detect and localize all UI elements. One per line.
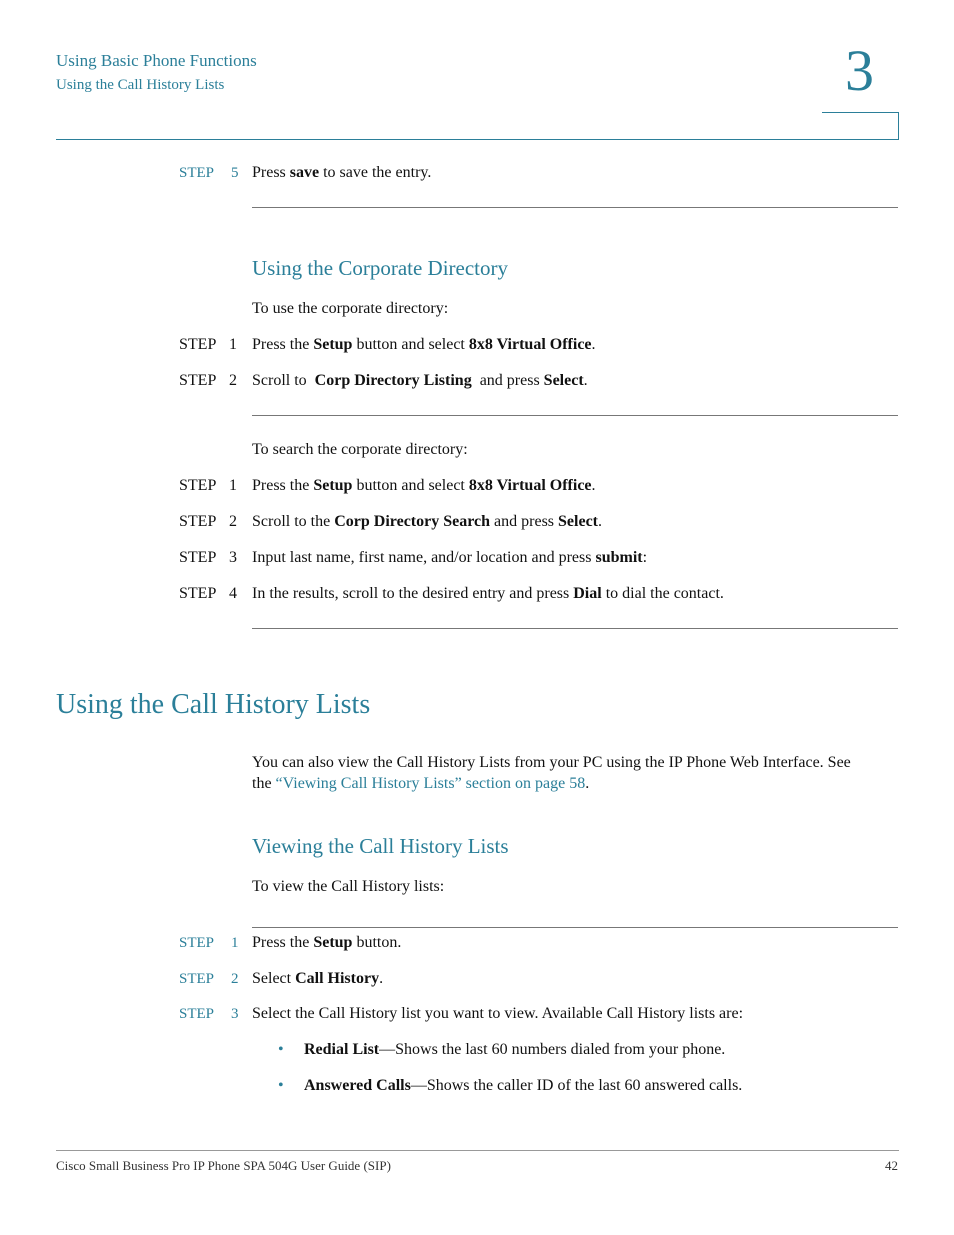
step-text: Press the Setup button and select 8x8 Vi… [252,477,596,494]
section-divider [252,927,898,928]
step-number: 2 [231,971,239,987]
section-divider [252,628,898,629]
step-number: 1 [229,477,237,494]
step-label: STEP [179,372,217,389]
page-number: 42 [885,1158,898,1173]
footer-divider [56,1150,899,1151]
step-label: STEP [179,477,217,494]
cross-reference-link[interactable]: “Viewing Call History Lists” section on … [276,775,586,792]
step-label: STEP [179,513,217,530]
step-text: Scroll to the Corp Directory Search and … [252,513,602,530]
step-number: 4 [229,585,237,602]
section-divider [252,415,898,416]
intro-text: To search the corporate directory: [252,441,468,458]
step-text: In the results, scroll to the desired en… [252,585,724,602]
bullet-text: Redial List—Shows the last 60 numbers di… [304,1041,726,1058]
header-divider [56,139,899,140]
step-number: 1 [229,336,237,353]
step-text: Select Call History. [252,970,384,987]
step-number: 3 [231,1006,239,1022]
step-number: 2 [229,513,237,530]
step-number: 3 [229,549,237,566]
paragraph-line: You can also view the Call History Lists… [252,754,851,771]
running-header-chapter: Using Basic Phone Functions [56,51,257,70]
step-label: STEP [179,1006,215,1022]
step-label: STEP [179,585,217,602]
step-text: Press save to save the entry. [252,164,432,181]
step-label: STEP [179,935,215,951]
section-heading-corporate-directory: Using the Corporate Directory [252,256,509,280]
bullet-icon: • [278,1077,284,1094]
chapter-number: 3 [845,38,874,103]
step-text: Scroll to Corp Directory Listing and pre… [252,372,588,389]
step-text: Input last name, first name, and/or loca… [252,549,648,566]
footer-title: Cisco Small Business Pro IP Phone SPA 50… [56,1158,391,1173]
running-header-section: Using the Call History Lists [56,77,225,93]
intro-text: To use the corporate directory: [252,300,449,317]
step-label: STEP [179,971,215,987]
step-number: 1 [231,935,239,951]
step-label: STEP [179,165,215,181]
paragraph-line: the “Viewing Call History Lists” section… [252,775,590,792]
bullet-icon: • [278,1041,284,1058]
intro-text: To view the Call History lists: [252,878,445,895]
subsection-heading-viewing-call-history: Viewing the Call History Lists [252,834,509,858]
step-text: Press the Setup button. [252,934,402,951]
step-number: 2 [229,372,237,389]
step-label: STEP [179,336,217,353]
step-text: Press the Setup button and select 8x8 Vi… [252,336,596,353]
section-heading-call-history: Using the Call History Lists [56,689,371,720]
step-label: STEP [179,549,217,566]
section-divider [252,207,898,208]
chapter-number-frame [822,112,899,140]
step-text: Select the Call History list you want to… [252,1005,744,1022]
step-number: 5 [231,165,239,181]
bullet-text: Answered Calls—Shows the caller ID of th… [304,1077,743,1094]
